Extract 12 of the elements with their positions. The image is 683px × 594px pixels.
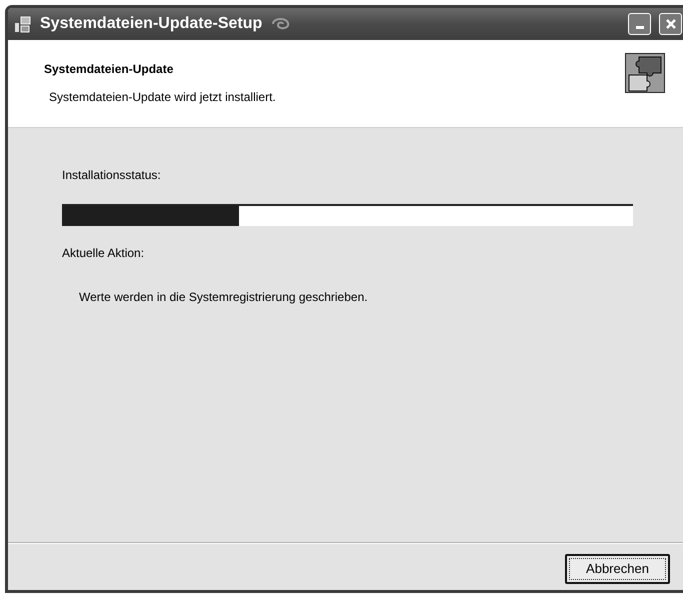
header-title: Systemdateien-Update bbox=[44, 61, 174, 78]
status-label: Installationsstatus: bbox=[62, 167, 162, 184]
minimize-button[interactable] bbox=[628, 13, 651, 35]
action-label: Aktuelle Aktion: bbox=[62, 245, 146, 262]
close-icon bbox=[666, 19, 676, 29]
cancel-button[interactable]: Abbrechen bbox=[565, 554, 670, 584]
header-subtitle: Systemdateien-Update wird jetzt installiert. bbox=[48, 89, 277, 106]
close-button[interactable] bbox=[659, 13, 682, 35]
window-title: Systemdateien-Update-Setup bbox=[40, 14, 262, 34]
setup-icon bbox=[14, 15, 32, 33]
puzzle-icon bbox=[625, 53, 665, 93]
action-text: Werte werden in die Systemregistrierung geschrieben. bbox=[78, 289, 369, 306]
